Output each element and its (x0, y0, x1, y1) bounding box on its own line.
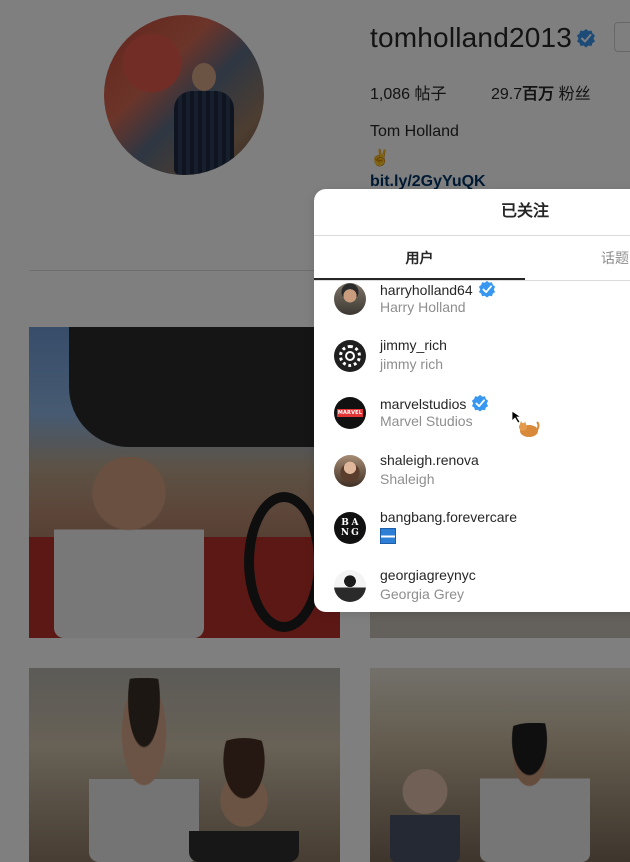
user-avatar[interactable] (334, 283, 366, 315)
user-handle-text: georgiagreynyc (380, 567, 476, 583)
verified-badge-icon (472, 394, 489, 412)
modal-tabs: 用户 话题 (314, 236, 630, 281)
list-item-georgiagreynyc[interactable]: georgiagreynyc Georgia Grey (314, 560, 630, 612)
pointer-cursor-icon (511, 410, 540, 437)
bangbang-logo-letter: N (340, 528, 350, 538)
bangbang-logo-letter: G (351, 528, 359, 538)
user-avatar[interactable]: MARVEL STUDIOS (334, 397, 366, 429)
following-list[interactable]: harryholland64 Harry Holland jimmy_rich … (314, 281, 630, 612)
user-handle[interactable]: marvelstudios (380, 394, 489, 412)
verified-badge-icon (478, 281, 495, 298)
user-handle-text: jimmy_rich (380, 337, 447, 353)
user-subtitle (380, 528, 396, 547)
user-full-name: Georgia Grey (380, 586, 465, 602)
user-avatar[interactable]: B A N G (334, 512, 366, 544)
user-avatar[interactable] (334, 570, 366, 602)
user-full-name: Shaleigh (380, 471, 435, 487)
user-avatar[interactable] (334, 455, 366, 487)
list-item-jimmy-rich[interactable]: jimmy_rich jimmy rich (314, 330, 630, 384)
bangbang-logo-letter: B (341, 518, 349, 528)
bangbang-logo-letter: A (351, 518, 359, 528)
bangbang-logo: B A N G (340, 518, 360, 538)
flag-icon (380, 528, 396, 544)
modal-header: 已关注 (314, 189, 630, 236)
tab-topics[interactable]: 话题 (525, 236, 630, 280)
reactor-core (345, 351, 355, 361)
user-handle[interactable]: jimmy_rich (380, 337, 447, 353)
user-handle[interactable]: georgiagreynyc (380, 567, 476, 583)
user-full-name: Harry Holland (380, 299, 466, 315)
user-handle-text: bangbang.forevercare (380, 509, 517, 525)
modal-title: 已关注 (500, 203, 549, 220)
user-handle[interactable]: harryholland64 (380, 281, 496, 298)
user-handle-text: marvelstudios (380, 396, 467, 412)
list-item-harryholland64[interactable]: harryholland64 Harry Holland (314, 281, 630, 327)
user-handle[interactable]: bangbang.forevercare (380, 509, 517, 525)
user-handle-text: harryholland64 (380, 282, 473, 298)
marvel-logo: MARVEL STUDIOS (337, 409, 363, 417)
following-modal: 已关注 用户 话题 harryholland64 Harry Holland j… (314, 189, 630, 612)
list-item-bangbang-forevercare[interactable]: B A N G bangbang.forevercare (314, 502, 630, 556)
user-handle[interactable]: shaleigh.renova (380, 452, 479, 468)
user-full-name: jimmy rich (380, 356, 443, 372)
tab-users[interactable]: 用户 (314, 236, 525, 280)
list-item-marvelstudios[interactable]: MARVEL STUDIOS marvelstudios Marvel Stud… (314, 387, 630, 441)
user-avatar[interactable] (334, 340, 366, 372)
user-full-name: Marvel Studios (380, 413, 473, 429)
list-item-shaleigh-renova[interactable]: shaleigh.renova Shaleigh (314, 445, 630, 499)
user-handle-text: shaleigh.renova (380, 452, 479, 468)
